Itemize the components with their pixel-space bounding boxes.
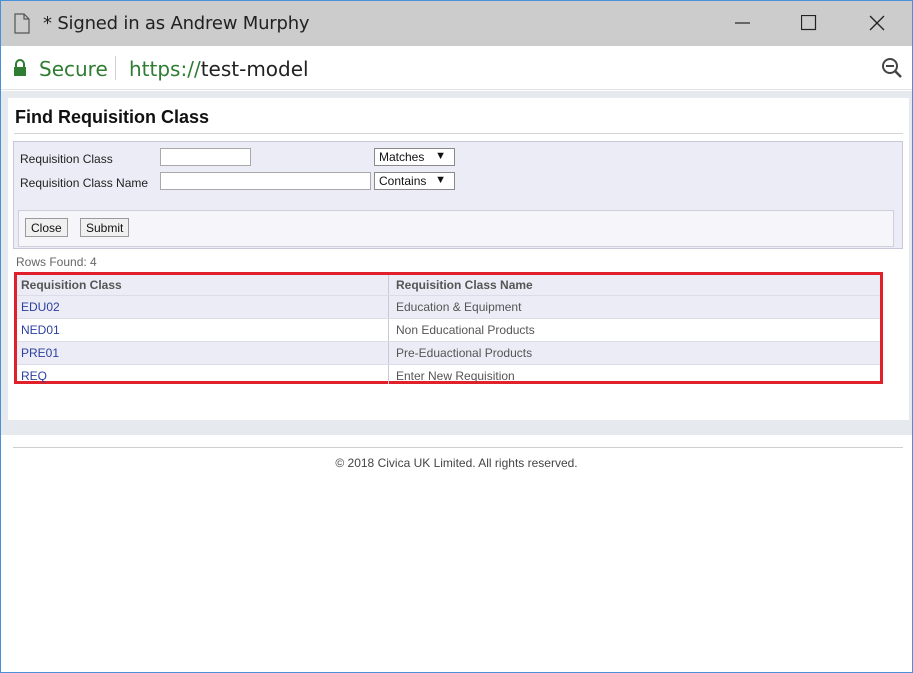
browser-window: * Signed in as Andrew Murphy Secure http…	[0, 0, 913, 673]
table-row[interactable]: NED01 Non Educational Products	[17, 319, 880, 342]
address-bar[interactable]: Secure https://test-model	[1, 46, 912, 90]
page-title: Find Requisition Class	[15, 107, 210, 127]
minimize-icon	[735, 22, 750, 24]
zoom-out-icon[interactable]	[881, 57, 903, 84]
results-table: Requisition Class Requisition Class Name…	[14, 272, 883, 384]
column-header-requisition-class[interactable]: Requisition Class	[21, 275, 386, 295]
requisition-class-operator-value: Matches	[379, 150, 425, 164]
requisition-class-link[interactable]: EDU02	[21, 296, 386, 318]
button-bar	[18, 210, 894, 247]
close-icon	[869, 15, 885, 31]
document-icon	[14, 13, 30, 34]
footer-divider	[13, 447, 903, 448]
column-header-requisition-class-name[interactable]: Requisition Class Name	[388, 275, 878, 295]
url-text[interactable]: https://test-model	[129, 57, 309, 81]
submit-button[interactable]: Submit	[80, 218, 130, 237]
table-header: Requisition Class Requisition Class Name	[17, 275, 880, 296]
requisition-class-operator-select[interactable]: Matches ▼	[374, 148, 455, 166]
title-divider	[14, 133, 903, 134]
table-row[interactable]: EDU02 Education & Equipment	[17, 296, 880, 319]
requisition-class-link[interactable]: NED01	[21, 319, 386, 341]
requisition-class-link[interactable]: PRE01	[21, 342, 386, 364]
maximize-button[interactable]	[775, 1, 843, 46]
address-separator	[115, 56, 116, 80]
requisition-class-name: Pre-Eduactional Products	[388, 342, 878, 364]
requisition-class-name: Enter New Requisition	[388, 365, 878, 384]
dropdown-arrow-icon: ▼	[435, 150, 446, 162]
requisition-class-label: Requisition Class	[20, 152, 113, 166]
requisition-class-name-operator-value: Contains	[379, 174, 427, 188]
close-button[interactable]: Close	[25, 218, 68, 237]
rows-found: Rows Found: 4	[16, 255, 97, 269]
url-scheme: https://	[129, 57, 201, 81]
copyright-footer: © 2018 Civica UK Limited. All rights res…	[335, 456, 578, 470]
dropdown-arrow-icon: ▼	[435, 174, 446, 186]
requisition-class-name-label: Requisition Class Name	[20, 176, 149, 190]
minimize-button[interactable]	[709, 1, 777, 46]
requisition-class-name: Education & Equipment	[388, 296, 878, 318]
table-row[interactable]: REQ Enter New Requisition	[17, 365, 880, 384]
secure-label: Secure	[39, 57, 108, 81]
requisition-class-name-operator-select[interactable]: Contains ▼	[374, 172, 455, 190]
lock-icon	[13, 59, 27, 82]
window-title: * Signed in as Andrew Murphy	[43, 13, 310, 34]
requisition-class-name: Non Educational Products	[388, 319, 878, 341]
url-host: test-model	[200, 57, 309, 81]
title-bar: * Signed in as Andrew Murphy	[1, 1, 912, 46]
table-row[interactable]: PRE01 Pre-Eduactional Products	[17, 342, 880, 365]
requisition-class-link[interactable]: REQ	[21, 365, 386, 384]
requisition-class-input[interactable]	[160, 148, 251, 166]
close-window-button[interactable]	[843, 1, 911, 46]
requisition-class-name-input[interactable]	[160, 172, 371, 190]
maximize-icon	[801, 15, 817, 31]
